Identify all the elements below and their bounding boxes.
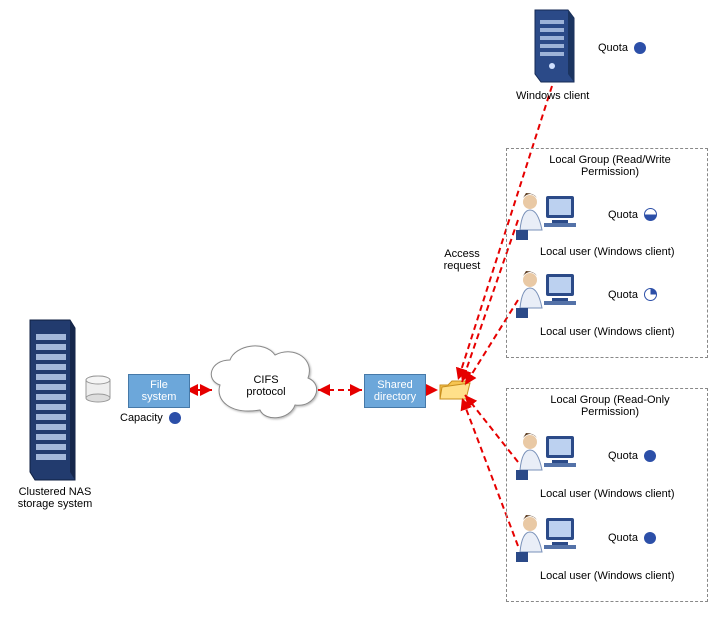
rw-user2-quota-label: Quota <box>608 289 638 301</box>
rw-user1-quota: Quota <box>608 208 657 221</box>
ro-user1-caption: Local user (Windows client) <box>540 488 675 500</box>
windows-client-caption: Windows client <box>516 90 589 102</box>
ro-user2-caption: Local user (Windows client) <box>540 570 675 582</box>
cloud-label: CIFS protocol <box>236 374 296 398</box>
capacity-icon <box>86 376 110 402</box>
wc-quota-dot-icon <box>634 42 646 54</box>
wc-quota-label: Quota <box>598 42 628 54</box>
capacity-dot-icon <box>169 412 181 424</box>
capacity-row: Capacity <box>120 412 181 424</box>
access-request-label: Access request <box>432 248 492 272</box>
ro-user1-dot-icon <box>644 450 656 462</box>
user-icon <box>514 512 578 564</box>
folder-icon <box>440 381 470 399</box>
capacity-label: Capacity <box>120 412 163 424</box>
rw-user1-dot-icon <box>644 208 657 221</box>
rw-user1-quota-label: Quota <box>608 209 638 221</box>
ro-user1-quota-label: Quota <box>608 450 638 462</box>
group-rw-title: Local Group (Read/Write Permission) <box>540 154 680 178</box>
rw-user2-caption: Local user (Windows client) <box>540 326 675 338</box>
user-icon <box>514 268 578 320</box>
server-icon <box>535 10 574 82</box>
nas-caption: Clustered NAS storage system <box>5 486 105 510</box>
user-icon <box>514 430 578 482</box>
user-icon <box>514 190 578 242</box>
windows-client-quota: Quota <box>598 42 646 54</box>
ro-user2-dot-icon <box>644 532 656 544</box>
ro-user2-quota-label: Quota <box>608 532 638 544</box>
ro-user2-quota: Quota <box>608 532 656 544</box>
group-ro-title: Local Group (Read-Only Permission) <box>540 394 680 418</box>
ro-user1-quota: Quota <box>608 450 656 462</box>
rw-user1-caption: Local user (Windows client) <box>540 246 675 258</box>
rw-user2-dot-icon <box>644 288 657 301</box>
filesystem-box: File system <box>128 374 190 408</box>
nas-icon <box>30 320 75 480</box>
shared-dir-box: Shared directory <box>364 374 426 408</box>
rw-user2-quota: Quota <box>608 288 657 301</box>
